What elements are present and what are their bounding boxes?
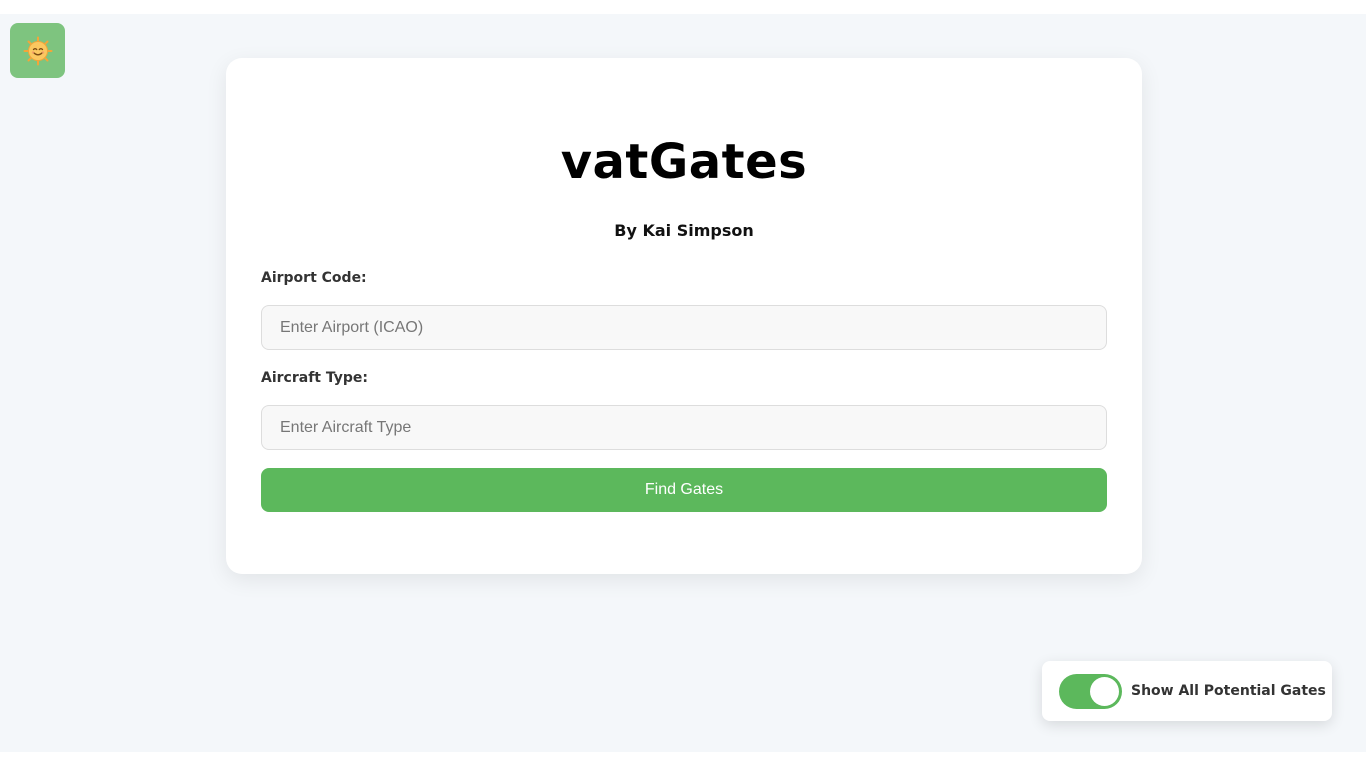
- show-all-gates-panel: Show All Potential Gates: [1042, 661, 1332, 721]
- page-background: vatGates By Kai Simpson Airport Code: Ai…: [0, 14, 1366, 752]
- toggle-knob: [1090, 677, 1119, 706]
- search-card: vatGates By Kai Simpson Airport Code: Ai…: [226, 58, 1142, 574]
- find-gates-button[interactable]: Find Gates: [261, 468, 1107, 512]
- show-all-gates-toggle[interactable]: [1059, 674, 1122, 709]
- airport-code-input[interactable]: [261, 305, 1107, 350]
- aircraft-type-label: Aircraft Type:: [261, 370, 368, 386]
- theme-toggle-button[interactable]: [10, 23, 65, 78]
- author-byline: By Kai Simpson: [614, 221, 754, 240]
- airport-code-label: Airport Code:: [261, 270, 367, 286]
- show-all-gates-label: Show All Potential Gates: [1131, 683, 1326, 699]
- app-title: vatGates: [560, 134, 808, 190]
- aircraft-type-input[interactable]: [261, 405, 1107, 450]
- smiling-sun-icon: [23, 36, 52, 65]
